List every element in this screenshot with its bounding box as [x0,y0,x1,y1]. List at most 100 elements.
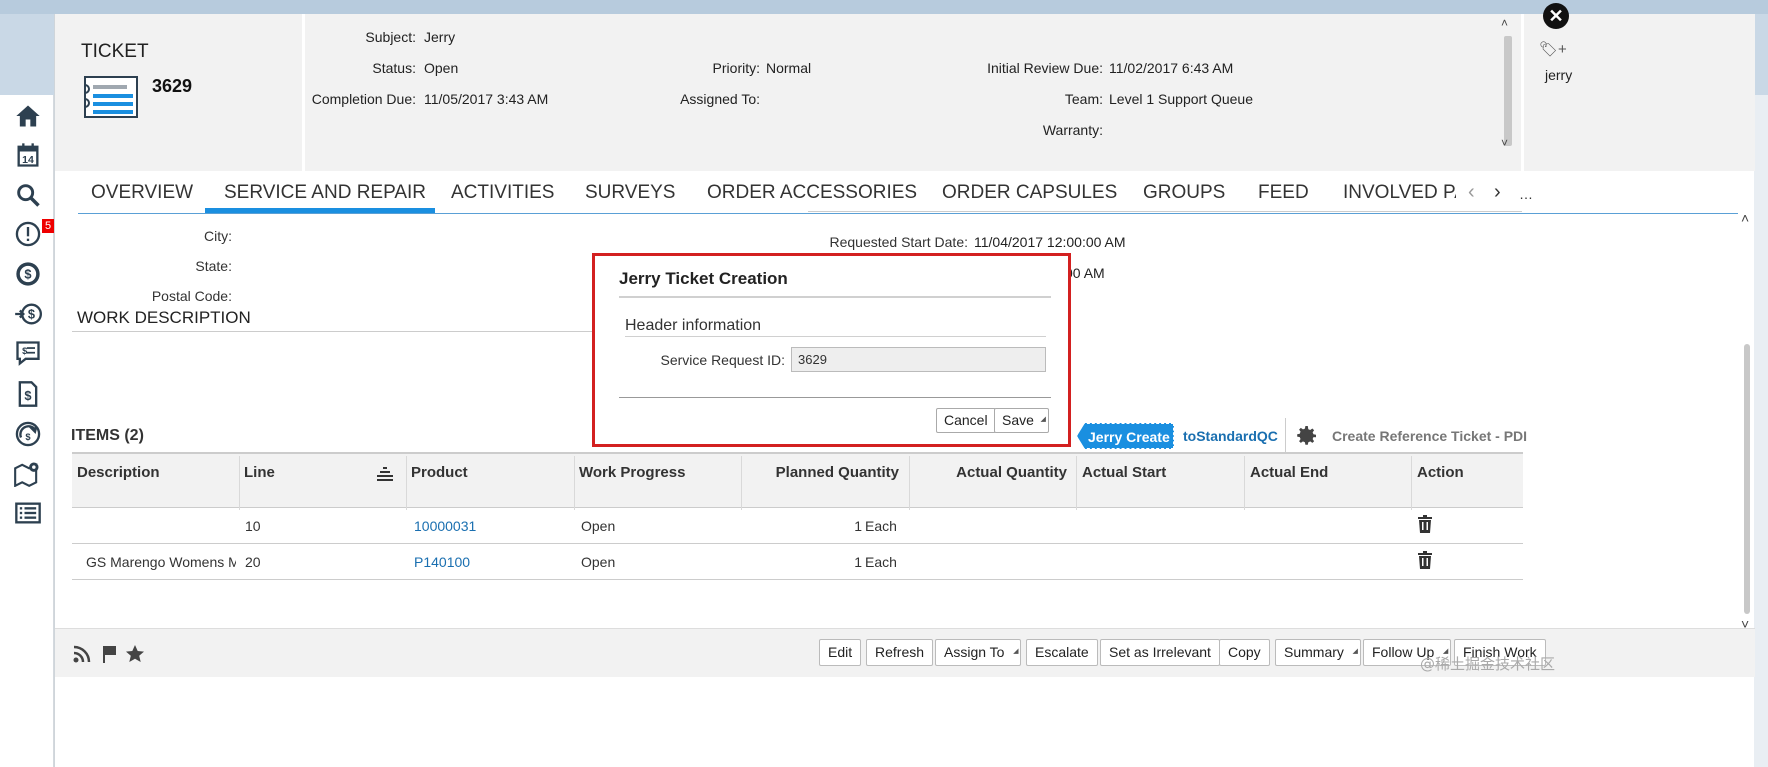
dialog-divider [619,397,1051,398]
list-icon[interactable] [13,498,43,528]
tab-service-and-repair[interactable]: SERVICE AND REPAIR [224,182,426,204]
column-divider [909,456,910,510]
status-label: Status: [372,60,416,76]
save-button[interactable]: Save ◢ [994,408,1049,433]
tab-surveys[interactable]: SURVEYS [585,182,675,204]
more-icon[interactable]: … [1519,186,1533,202]
column-divider [239,456,240,510]
content-scrollbar[interactable]: ˄ ˅ [1738,210,1755,634]
close-icon[interactable]: ✕ [1543,3,1569,29]
chevron-up-icon[interactable]: ˄ [1741,210,1749,226]
col-actual-quantity[interactable]: Actual Quantity [914,464,1067,481]
initial-review-due-value: 11/02/2017 6:43 AM [1109,60,1234,76]
tab-scroll-left-icon[interactable]: ‹ [1468,181,1475,204]
edit-button[interactable]: Edit [819,639,862,666]
col-product[interactable]: Product [411,464,468,481]
tags-panel: 🏷︎+ jerry [1521,14,1755,171]
escalate-button[interactable]: Escalate [1026,639,1098,666]
column-divider [1076,456,1077,510]
to-standard-qc-button[interactable]: toStandardQC [1183,428,1278,444]
gear-icon[interactable] [1295,424,1319,448]
team-value: Level 1 Support Queue [1109,91,1253,107]
cell-work-progress: Open [581,518,616,534]
sort-icon[interactable] [376,466,394,482]
tab-bar: OVERVIEW SERVICE AND REPAIR ACTIVITIES S… [78,172,1738,214]
dialog-title: Jerry Ticket Creation [619,269,788,288]
cell-planned-qty: 1 [854,554,862,570]
cell-product-link[interactable]: P140100 [414,554,470,570]
table-row[interactable]: 10 10000031 Open 1 Each [72,508,1523,544]
col-actual-end[interactable]: Actual End [1250,464,1328,481]
alert-icon[interactable] [13,219,43,249]
add-tag-icon[interactable]: 🏷︎+ [1539,40,1567,58]
assign-to-button[interactable]: Assign To ◢ [935,639,1022,666]
quote-chat-icon[interactable]: $ [13,338,43,368]
trash-icon[interactable] [1417,515,1433,533]
set-as-irrelevant-button[interactable]: Set as Irrelevant [1100,639,1220,666]
cell-planned-unit: Each [865,554,897,570]
jerry-ticket-creation-dialog: Jerry Ticket Creation Header information… [592,253,1071,447]
tab-activities[interactable]: ACTIVITIES [451,182,554,204]
invoice-icon[interactable]: $ [13,379,43,409]
create-reference-ticket-button[interactable]: Create Reference Ticket - PDI [1332,428,1527,444]
ticket-identity: TICKET 3629 [55,14,305,171]
requested-start-label: Requested Start Date: [829,234,968,250]
service-request-id-field[interactable] [791,347,1046,372]
star-icon[interactable] [125,644,145,664]
copy-button[interactable]: Copy [1219,639,1270,666]
cell-description: GS Marengo Womens M.. [86,554,236,570]
active-tab-indicator [205,208,435,213]
save-label: Save [1002,412,1034,428]
cell-planned-qty: 1 [854,518,862,534]
jerry-create-button[interactable]: Jerry Create [1077,423,1174,449]
column-divider [1411,456,1412,510]
tab-scroll-right-icon[interactable]: › [1494,181,1501,204]
search-icon[interactable] [13,180,43,210]
chevron-down-icon[interactable]: ˅ [1501,136,1508,150]
chevron-up-icon[interactable]: ˄ [1501,16,1508,30]
tag-item[interactable]: jerry [1545,67,1572,83]
tab-order-capsules[interactable]: ORDER CAPSULES [942,182,1117,204]
cell-product-link[interactable]: 10000031 [414,518,476,534]
svg-text:$: $ [24,388,31,403]
col-description[interactable]: Description [77,464,160,481]
table-header: Description Line Product Work Progress P… [72,452,1523,510]
tab-overview[interactable]: OVERVIEW [91,182,193,204]
warranty-label: Warranty: [1042,122,1103,138]
svg-text:14: 14 [22,154,34,166]
col-work-progress[interactable]: Work Progress [579,464,685,481]
summary-button[interactable]: Summary ◢ [1275,639,1361,666]
home-icon[interactable] [13,101,43,131]
dollar-transfer-icon[interactable]: $ [13,299,43,329]
trash-icon[interactable] [1417,551,1433,569]
alert-badge: 5 [42,219,54,233]
dollar-icon[interactable]: $ [13,259,43,289]
cell-line: 20 [245,554,261,570]
tab-groups[interactable]: GROUPS [1143,182,1225,204]
column-divider [1244,456,1245,510]
watermark: @稀土掘金技术社区 [1420,655,1556,673]
col-actual-start[interactable]: Actual Start [1082,464,1166,481]
cancel-button[interactable]: Cancel [936,408,996,433]
object-type-label: TICKET [81,41,149,62]
svg-text:$: $ [24,267,31,282]
window-top-band [0,0,1768,14]
refresh-button[interactable]: Refresh [866,639,934,666]
col-line[interactable]: Line [244,464,275,481]
tab-feed[interactable]: FEED [1258,182,1309,204]
items-title: ITEMS (2) [71,427,144,444]
header-scroll-thumb[interactable] [1504,36,1512,146]
team-label: Team: [1064,91,1103,107]
col-planned-quantity[interactable]: Planned Quantity [747,464,899,481]
rss-icon[interactable] [72,644,92,664]
tab-involved-parties[interactable]: INVOLVED PA [1343,182,1456,204]
ticket-icon [84,76,138,118]
cycle-dollar-icon[interactable]: $ [13,419,43,449]
table-row[interactable]: GS Marengo Womens M.. 20 P140100 Open 1 … [72,544,1523,580]
map-pin-icon[interactable] [13,458,43,488]
calendar-icon[interactable]: 14 [13,140,43,170]
content-scroll-thumb[interactable] [1744,344,1750,614]
header-scrollbar[interactable]: ˄ ˅ [1495,14,1523,171]
flag-icon[interactable] [100,644,120,664]
tab-order-accessories[interactable]: ORDER ACCESSORIES [707,182,917,204]
